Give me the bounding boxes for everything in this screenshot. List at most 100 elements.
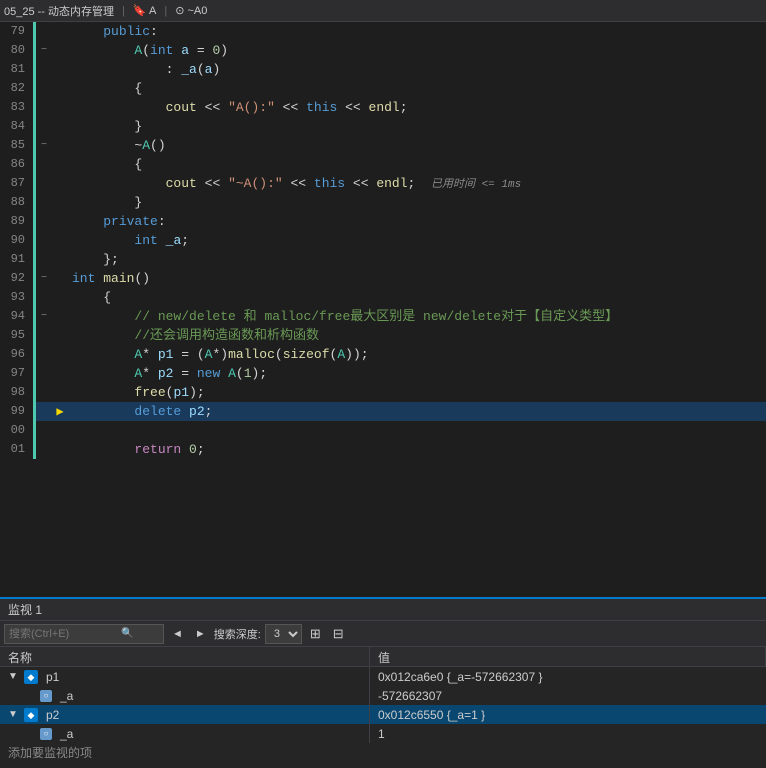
fold-gutter (36, 60, 52, 79)
fold-gutter (36, 212, 52, 231)
line-number: 88 (0, 193, 36, 212)
breakpoint-gutter (52, 421, 68, 440)
breakpoint-gutter: ▶ (52, 402, 68, 421)
fold-gutter (36, 288, 52, 307)
col-value-header: 值 (370, 647, 766, 666)
breakpoint-gutter (52, 22, 68, 41)
code-content: cout << "~A():" << this << endl; 已用时间 <=… (68, 174, 766, 193)
fold-gutter (36, 345, 52, 364)
fold-gutter (36, 22, 52, 41)
line-number: 89 (0, 212, 36, 231)
search-box[interactable]: 🔍 (4, 624, 164, 644)
search-depth-select[interactable]: 3 1 2 4 5 (265, 624, 302, 644)
breakpoint-gutter (52, 288, 68, 307)
breakpoint-gutter (52, 98, 68, 117)
code-content: A(int a = 0) (68, 41, 766, 60)
watch-row[interactable]: ▼◆p10x012ca6e0 {_a=-572662307 } (0, 667, 766, 686)
code-line: 80− A(int a = 0) (0, 41, 766, 60)
fold-gutter[interactable]: − (36, 136, 52, 155)
breakpoint-gutter (52, 269, 68, 288)
breakpoint-gutter (52, 174, 68, 193)
fold-gutter[interactable]: − (36, 307, 52, 326)
breakpoint-gutter (52, 136, 68, 155)
line-number: 83 (0, 98, 36, 117)
fold-gutter (36, 440, 52, 459)
search-icon[interactable]: 🔍 (121, 628, 133, 640)
code-content: int _a; (68, 231, 766, 250)
expand-icon[interactable]: ▼ (8, 709, 20, 720)
fold-gutter (36, 117, 52, 136)
watch-cell-value: 0x012c6550 {_a=1 } (370, 708, 766, 722)
breakpoint-gutter (52, 231, 68, 250)
fold-gutter (36, 174, 52, 193)
code-content: //还会调用构造函数和析构函数 (68, 326, 766, 345)
line-number: 84 (0, 117, 36, 136)
fold-gutter[interactable]: − (36, 269, 52, 288)
code-content: }; (68, 250, 766, 269)
breakpoint-gutter (52, 250, 68, 269)
fold-gutter (36, 155, 52, 174)
watch-title-bar: 监视 1 (0, 599, 766, 621)
watch-add-row[interactable]: 添加要监视的项 (0, 743, 766, 762)
col-name-header: 名称 (0, 647, 370, 666)
fold-gutter[interactable]: − (36, 41, 52, 60)
line-number: 97 (0, 364, 36, 383)
nav-next-button[interactable]: ► (191, 624, 210, 644)
fold-gutter (36, 231, 52, 250)
code-line: 86 { (0, 155, 766, 174)
code-content: { (68, 79, 766, 98)
watch-row[interactable]: ○_a1 (0, 724, 766, 743)
breakpoint-gutter (52, 193, 68, 212)
breakpoint-gutter (52, 440, 68, 459)
breakpoint-gutter (52, 60, 68, 79)
line-number: 80 (0, 41, 36, 60)
fold-gutter (36, 79, 52, 98)
code-content: ~A() (68, 136, 766, 155)
code-line: 97 A* p2 = new A(1); (0, 364, 766, 383)
breakpoint-gutter (52, 326, 68, 345)
line-number: 85 (0, 136, 36, 155)
watch-toolbar: 🔍 ◄ ► 搜索深度: 3 1 2 4 5 ⊞ ⊟ (0, 621, 766, 647)
search-input[interactable] (9, 628, 119, 640)
breakpoint-gutter (52, 155, 68, 174)
fold-gutter (36, 421, 52, 440)
line-number: 93 (0, 288, 36, 307)
code-content: A* p1 = (A*)malloc(sizeof(A)); (68, 345, 766, 364)
code-line: 96 A* p1 = (A*)malloc(sizeof(A)); (0, 345, 766, 364)
code-content: A* p2 = new A(1); (68, 364, 766, 383)
line-number: 87 (0, 174, 36, 193)
watch-cell-name: ▼◆p1 (0, 667, 370, 686)
code-line: 88 } (0, 193, 766, 212)
code-line: 94− // new/delete 和 malloc/free最大区别是 new… (0, 307, 766, 326)
line-number: 91 (0, 250, 36, 269)
code-line: 95 //还会调用构造函数和析构函数 (0, 326, 766, 345)
line-number: 01 (0, 440, 36, 459)
watch-cell-value: 0x012ca6e0 {_a=-572662307 } (370, 670, 766, 684)
code-line: 00 (0, 421, 766, 440)
breakpoint-gutter (52, 212, 68, 231)
watch-cell-name: ○_a (0, 686, 370, 705)
code-line: 83 cout << "A():" << this << endl; (0, 98, 766, 117)
line-number: 98 (0, 383, 36, 402)
line-number: 82 (0, 79, 36, 98)
breakpoint-gutter (52, 364, 68, 383)
fold-gutter (36, 402, 52, 421)
watch-row[interactable]: ▼◆p20x012c6550 {_a=1 } (0, 705, 766, 724)
title-right: ⊙ ~A0 (175, 4, 207, 17)
filter-button[interactable]: ⊞ (306, 624, 325, 644)
title-left: 05_25 -- 动态内存管理 (4, 3, 114, 19)
code-line: 99▶ delete p2; (0, 402, 766, 421)
code-content: delete p2; (68, 402, 766, 421)
var-icon: ◆ (24, 670, 38, 684)
code-line: 79 public: (0, 22, 766, 41)
code-line: 87 cout << "~A():" << this << endl; 已用时间… (0, 174, 766, 193)
expand-button[interactable]: ⊟ (329, 624, 348, 644)
expand-icon[interactable]: ▼ (8, 671, 20, 682)
line-number: 95 (0, 326, 36, 345)
breakpoint-gutter (52, 79, 68, 98)
code-line: 85− ~A() (0, 136, 766, 155)
code-line: 93 { (0, 288, 766, 307)
line-number: 94 (0, 307, 36, 326)
nav-prev-button[interactable]: ◄ (168, 624, 187, 644)
watch-row[interactable]: ○_a-572662307 (0, 686, 766, 705)
